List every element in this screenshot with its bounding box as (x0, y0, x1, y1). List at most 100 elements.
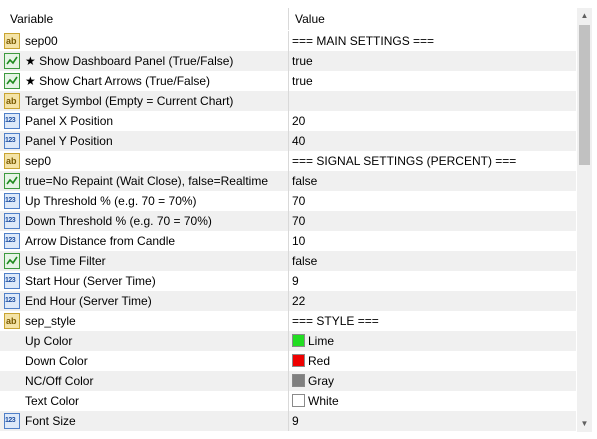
input-row[interactable]: 123 Up Threshold % (e.g. 70 = 70%) 70 (0, 191, 576, 211)
input-row[interactable]: 123 Panel X Position 20 (0, 111, 576, 131)
input-name: Panel Y Position (25, 134, 113, 148)
column-divider (288, 151, 289, 171)
column-divider (288, 211, 289, 231)
input-value[interactable]: 40 (292, 134, 305, 148)
input-row[interactable]: true=No Repaint (Wait Close), false=Real… (0, 171, 576, 191)
column-divider (288, 311, 289, 331)
input-row[interactable]: ★ Show Chart Arrows (True/False) true (0, 71, 576, 91)
input-row[interactable]: ★ Show Dashboard Panel (True/False) true (0, 51, 576, 71)
input-name: Target Symbol (Empty = Current Chart) (25, 94, 234, 108)
input-value[interactable]: Gray (308, 374, 334, 388)
number-type-icon: 123 (4, 413, 20, 429)
input-value[interactable]: === STYLE === (292, 314, 379, 328)
input-row[interactable]: 123 Font Size 9 (0, 411, 576, 431)
column-divider (288, 171, 289, 191)
input-name: Down Threshold % (e.g. 70 = 70%) (25, 214, 212, 228)
color-type-icon (4, 373, 20, 389)
input-row[interactable]: ab Target Symbol (Empty = Current Chart) (0, 91, 576, 111)
input-name: Down Color (25, 354, 88, 368)
string-type-icon: ab (4, 313, 20, 329)
input-row[interactable]: 123 End Hour (Server Time) 22 (0, 291, 576, 311)
number-type-icon: 123 (4, 213, 20, 229)
grid-bottom-edge (0, 432, 597, 439)
color-swatch[interactable] (292, 374, 305, 387)
input-value[interactable]: Red (308, 354, 330, 368)
input-row[interactable]: 123 Start Hour (Server Time) 9 (0, 271, 576, 291)
input-value[interactable]: 20 (292, 114, 305, 128)
input-value[interactable]: 22 (292, 294, 305, 308)
input-name: sep00 (25, 34, 58, 48)
color-swatch[interactable] (292, 394, 305, 407)
input-value[interactable]: 9 (292, 414, 299, 428)
input-value[interactable]: White (308, 394, 339, 408)
input-name: true=No Repaint (Wait Close), false=Real… (25, 174, 268, 188)
input-value[interactable]: true (292, 54, 313, 68)
color-type-icon (4, 333, 20, 349)
column-divider (288, 191, 289, 211)
input-value[interactable]: === SIGNAL SETTINGS (PERCENT) === (292, 154, 516, 168)
vertical-scrollbar[interactable]: ▲ ▼ (577, 8, 592, 432)
number-type-icon: 123 (4, 273, 20, 289)
input-name: ★ Show Chart Arrows (True/False) (25, 74, 211, 88)
boolean-type-icon (4, 53, 20, 69)
boolean-type-icon (4, 173, 20, 189)
grid-header: Variable Value (0, 8, 576, 30)
column-divider (288, 131, 289, 151)
number-type-icon: 123 (4, 133, 20, 149)
number-type-icon: 123 (4, 233, 20, 249)
input-name: sep0 (25, 154, 52, 168)
input-row[interactable]: ab sep_style === STYLE === (0, 311, 576, 331)
input-name: sep_style (25, 314, 76, 328)
column-divider (288, 91, 289, 111)
color-type-icon (4, 353, 20, 369)
input-name: Arrow Distance from Candle (25, 234, 176, 248)
column-divider (288, 351, 289, 371)
input-value[interactable]: 10 (292, 234, 305, 248)
input-row[interactable]: 123 Panel Y Position 40 (0, 131, 576, 151)
color-swatch[interactable] (292, 354, 305, 367)
input-value[interactable]: 70 (292, 194, 305, 208)
number-type-icon: 123 (4, 113, 20, 129)
column-divider (288, 271, 289, 291)
input-row[interactable]: Down Color Red (0, 351, 576, 371)
string-type-icon: ab (4, 33, 20, 49)
input-value[interactable]: false (292, 174, 317, 188)
header-variable[interactable]: Variable (10, 12, 53, 26)
boolean-type-icon (4, 253, 20, 269)
input-row[interactable]: Use Time Filter false (0, 251, 576, 271)
input-row[interactable]: Up Color Lime (0, 331, 576, 351)
column-divider (288, 411, 289, 431)
scroll-thumb[interactable] (579, 25, 590, 165)
input-name: NC/Off Color (25, 374, 94, 388)
input-value[interactable]: 70 (292, 214, 305, 228)
input-value[interactable]: true (292, 74, 313, 88)
boolean-type-icon (4, 73, 20, 89)
header-divider (288, 8, 289, 30)
input-row[interactable]: Text Color White (0, 391, 576, 411)
input-row[interactable]: 123 Arrow Distance from Candle 10 (0, 231, 576, 251)
input-value[interactable]: Lime (308, 334, 334, 348)
column-divider (288, 251, 289, 271)
color-swatch[interactable] (292, 334, 305, 347)
input-row[interactable]: ab sep0 === SIGNAL SETTINGS (PERCENT) === (0, 151, 576, 171)
header-value[interactable]: Value (295, 12, 325, 26)
input-name: Start Hour (Server Time) (25, 274, 156, 288)
column-divider (288, 331, 289, 351)
input-name: Use Time Filter (25, 254, 106, 268)
input-row[interactable]: 123 Down Threshold % (e.g. 70 = 70%) 70 (0, 211, 576, 231)
input-row[interactable]: NC/Off Color Gray (0, 371, 576, 391)
color-type-icon (4, 393, 20, 409)
column-divider (288, 51, 289, 71)
input-name: Text Color (25, 394, 80, 408)
input-name: End Hour (Server Time) (25, 294, 152, 308)
column-divider (288, 391, 289, 411)
scroll-down-icon[interactable]: ▼ (577, 416, 592, 432)
input-value[interactable]: 9 (292, 274, 299, 288)
input-name: Font Size (25, 414, 76, 428)
input-row[interactable]: ab sep00 === MAIN SETTINGS === (0, 31, 576, 51)
input-value[interactable]: === MAIN SETTINGS === (292, 34, 434, 48)
scroll-up-icon[interactable]: ▲ (577, 8, 592, 24)
number-type-icon: 123 (4, 293, 20, 309)
string-type-icon: ab (4, 153, 20, 169)
input-value[interactable]: false (292, 254, 317, 268)
